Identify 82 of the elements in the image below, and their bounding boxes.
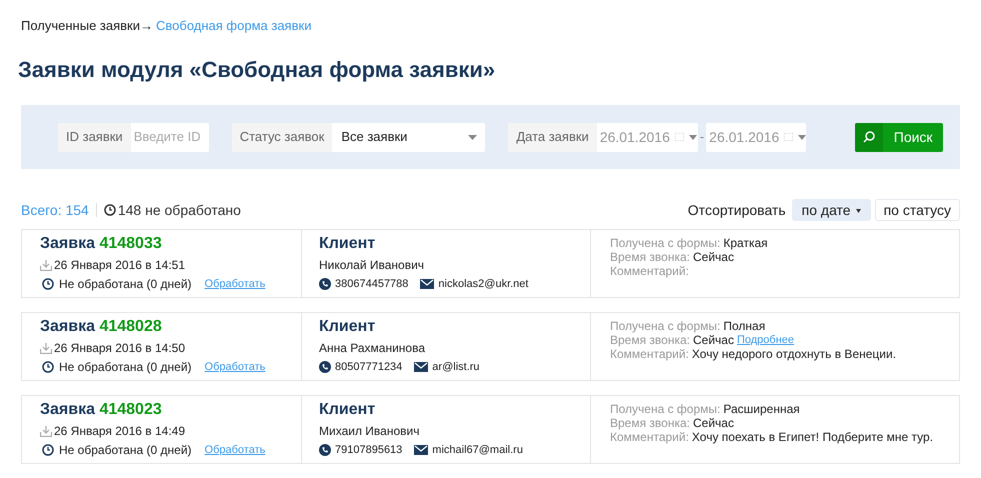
client-name: Анна Рахманинова [319,340,426,356]
download-icon [40,260,52,270]
sort-option[interactable]: по статусу [874,199,960,221]
clock-icon [42,278,54,290]
client-heading: Клиент [319,234,376,254]
caret-icon [798,134,806,140]
phone-icon [319,444,331,456]
clock-icon [42,444,54,456]
client-phone: 79107895613 [335,442,402,458]
client-phone: 80507771234 [335,360,402,375]
download-icon [40,426,52,436]
client-name: Николай Иванович [319,257,426,273]
request-title: Заявка 4148023 [40,400,163,420]
process-link[interactable]: Обработать [204,442,266,458]
detail-label: Время звонка: [610,333,690,347]
envelope-icon [414,362,428,372]
id-filter[interactable]: ID заявки Введите ID [58,122,209,152]
detail-label: Получена с формы: [610,236,720,250]
search-button[interactable]: Поиск [855,122,944,152]
client-email: ar@list.ru [432,360,480,375]
request-date: 26 Января 2016 в 14:50 [54,340,186,357]
detail-value: Расширенная [723,402,800,416]
sort-arrow-icon [856,207,861,213]
detail-label: Получена с формы: [610,319,720,333]
date-separator: - [698,128,706,146]
detail-value: Хочу поехать в Египет! Подберите мне тур. [692,430,934,444]
breadcrumb-separator: → [140,17,154,36]
date-to-field[interactable]: 26.01.2016 [706,122,806,152]
client-email: michail67@mail.ru [432,442,523,458]
request-title: Заявка 4148028 [40,317,163,337]
search-icon [863,131,876,143]
request-status: Не обработана (0 дней) [59,442,192,459]
field-label: Дата заявки [508,122,597,152]
detail-value: Сейчас [693,333,734,347]
breadcrumb-current: Свободная форма заявки [156,17,312,36]
phone-icon [319,361,331,373]
id-input-field[interactable]: Введите ID [130,122,209,152]
detail-label: Комментарий: [610,264,689,278]
client-email: nickolas2@ukr.net [438,276,528,292]
unprocessed-count: 148 не обработано [118,200,241,220]
clock-icon [42,361,54,373]
detail-label: Комментарий: [610,430,689,444]
detail-value: Краткая [723,236,768,250]
sort-option[interactable]: по дате [792,199,871,221]
detail-value: Сейчас [693,416,734,430]
download-icon [40,342,52,354]
sort-label: Отсортировать [688,200,786,220]
field-label: Статус заявок [232,122,332,152]
date-from-field[interactable]: 26.01.2016 [596,122,698,152]
detail-value: Хочу недорого отдохнуть в Венеции. [692,347,896,361]
caret-icon [468,134,478,140]
detail-label: Время звонка: [610,250,690,264]
client-name: Михаил Иванович [319,423,420,439]
request-title: Заявка 4148033 [40,234,163,254]
request-status: Не обработана (0 дней) [59,359,192,376]
clock-icon [104,204,116,216]
process-link[interactable]: Обработать [204,276,266,292]
detail-label: Получена с формы: [610,402,720,416]
total-count: Всего: 154 [21,200,89,220]
process-link[interactable]: Обработать [204,358,266,376]
caret-icon [688,134,697,140]
page-title: Заявки модуля «Свободная форма заявки» [18,56,496,84]
calendar-icon [784,133,794,141]
request-status: Не обработана (0 дней) [59,276,192,293]
detail-label: Время звонка: [610,416,690,430]
envelope-icon [420,279,434,289]
details-link[interactable]: Подробнее [736,333,794,347]
field-label: ID заявки [58,122,131,152]
client-phone: 380674457788 [335,276,408,292]
dropdown-value: Все заявки [341,128,408,146]
client-heading: Клиент [319,400,376,420]
breadcrumb-link[interactable]: Полученные заявки [21,16,140,36]
request-date: 26 Января 2016 в 14:49 [54,423,186,440]
detail-value: Полная [723,319,766,333]
client-heading: Клиент [319,317,376,337]
request-date: 26 Января 2016 в 14:51 [54,257,186,274]
calendar-icon [674,133,684,141]
detail-label: Комментарий: [610,347,689,361]
detail-value: Сейчас [693,250,734,264]
phone-icon [319,278,331,290]
status-dropdown[interactable]: Все заявки [332,122,486,152]
envelope-icon [414,445,428,455]
